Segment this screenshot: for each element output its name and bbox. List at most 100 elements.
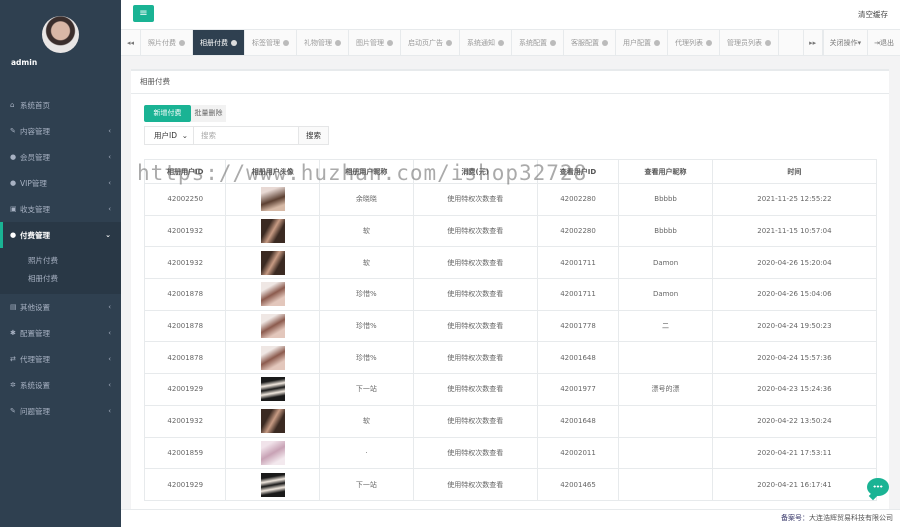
close-icon[interactable] (706, 39, 712, 46)
tab[interactable]: 相册付费 (193, 30, 245, 55)
sidebar-item[interactable]: ▤ 其他设置 ‹ (0, 294, 121, 320)
cell-uid: 42001932 (143, 404, 227, 438)
sidebar-subitem[interactable]: 照片付费 (0, 252, 121, 270)
close-icon[interactable] (283, 39, 289, 46)
user-photo[interactable] (260, 440, 285, 465)
profile-name[interactable]: admin (0, 58, 121, 67)
sidebar-item-label: VIP管理 (20, 178, 47, 188)
sidebar-menu: ⌂ 系统首页 ✎ 内容管理 ‹ ● 会员管理 ‹ ● VIP管理 ‹ ▣ 收支管理 ‹ ● 付费管理 ⌄ 照片付费… (0, 92, 121, 424)
cell-vid: 42001977 (536, 373, 620, 406)
tabs-prev-button[interactable]: ◂◂ (121, 30, 141, 55)
close-icon[interactable] (387, 39, 393, 46)
cell-uid: 42002250 (143, 183, 227, 216)
footer: 备案号：大连浩辉贸易科技有限公司 (121, 509, 900, 527)
close-icon[interactable] (446, 39, 452, 46)
tab[interactable]: 管理员列表 (720, 30, 779, 55)
tab[interactable]: 礼物管理 (297, 30, 349, 55)
logout-button[interactable]: ⇥退出 (867, 30, 900, 55)
sidebar-item[interactable]: ⇄ 代理管理 ‹ (0, 346, 121, 372)
sidebar-subitem[interactable]: 相册付费 (0, 270, 121, 288)
cell-uid: 42001878 (143, 341, 227, 375)
sidebar-item[interactable]: ✎ 问题管理 ‹ (0, 398, 121, 424)
clear-cache-button[interactable]: 清空缓存 (858, 9, 888, 20)
tabs-list: 照片付费 相册付费 标签管理 礼物管理 图片管理 启动页广告 系统通知 系统配置 客服配置 用户配… (141, 30, 803, 55)
sidebar-item[interactable]: ▣ 收支管理 ‹ (0, 196, 121, 222)
sidebar-item[interactable]: ● 会员管理 ‹ (0, 144, 121, 170)
cell-vnick: 二 (618, 309, 713, 343)
close-operations-dropdown[interactable]: 关闭操作▾ (822, 30, 868, 55)
cell-thumb (225, 183, 321, 216)
sidebar-item[interactable]: ✱ 配置管理 ‹ (0, 320, 121, 346)
cell-time: 2020-04-26 15:04:06 (711, 278, 878, 311)
sidebar-item[interactable]: ● 付费管理 ⌄ (0, 222, 121, 248)
cell-uid: 42001929 (143, 373, 227, 406)
chevron-icon: ‹ (108, 407, 111, 415)
payment-table: 相册用户ID 相册用户头像 相册用户昵称 消费(元) 查看用户ID 查看用户昵称 时间 42… (143, 159, 878, 501)
sidebar-item-label: 代理管理 (20, 354, 50, 364)
tab[interactable]: 用户配置 (616, 30, 668, 55)
cell-vid: 42001778 (536, 309, 620, 343)
tab[interactable]: 客服配置 (564, 30, 616, 55)
user-photo[interactable] (260, 409, 285, 434)
cell-vid: 42002280 (536, 214, 620, 248)
user-photo[interactable] (260, 250, 285, 275)
cell-cost: 使用特权次数查看 (412, 214, 538, 248)
cell-thumb (225, 404, 321, 438)
user-photo[interactable] (260, 472, 285, 497)
close-icon[interactable] (765, 39, 771, 46)
panel-title: 相册付费 (131, 71, 889, 94)
close-icon[interactable] (335, 39, 341, 46)
tab[interactable]: 照片付费 (141, 30, 193, 55)
close-icon[interactable] (654, 39, 660, 46)
chat-bubble-icon[interactable] (867, 478, 889, 496)
chevron-icon: ‹ (108, 179, 111, 187)
close-icon[interactable] (179, 39, 185, 46)
search-field-select[interactable]: 用户ID ⌄ (144, 126, 194, 145)
user-photo[interactable] (260, 282, 285, 307)
tab[interactable]: 系统配置 (512, 30, 564, 55)
double-chevron-right-icon: ▸▸ (809, 38, 817, 47)
sidebar-item[interactable]: ✲ 系统设置 ‹ (0, 372, 121, 398)
add-button[interactable]: 新增付费 (144, 105, 191, 122)
search-field-value: 用户ID (154, 131, 177, 140)
cell-nick: 余晓晓 (319, 183, 414, 216)
user-photo[interactable] (260, 377, 285, 402)
tabs-next-button[interactable]: ▸▸ (802, 30, 823, 55)
table-body: 42002250 余晓晓 使用特权次数查看 42002280 Bbbbb 2021-11-… (143, 183, 878, 501)
sidebar-item[interactable]: ⌂ 系统首页 (0, 92, 121, 118)
tab[interactable]: 启动页广告 (401, 30, 460, 55)
sidebar-item[interactable]: ● VIP管理 ‹ (0, 170, 121, 196)
sidebar-item[interactable]: ✎ 内容管理 ‹ (0, 118, 121, 144)
user-photo[interactable] (260, 314, 285, 339)
cell-cost: 使用特权次数查看 (412, 373, 538, 406)
search-input[interactable]: 搜索 (194, 126, 299, 145)
column-header: 查看用户昵称 (618, 159, 713, 184)
close-icon[interactable] (602, 39, 608, 46)
menu-toggle-button[interactable]: ≡ (133, 5, 154, 22)
search-button[interactable]: 搜索 (299, 126, 329, 145)
tab[interactable]: 标签管理 (245, 30, 297, 55)
cell-thumb (225, 436, 321, 470)
chevron-icon: ⌄ (105, 231, 111, 239)
cell-cost: 使用特权次数查看 (412, 278, 538, 311)
watermark: https://www.huzhan.com/ishop32728 (137, 161, 588, 185)
tab[interactable]: 代理列表 (668, 30, 720, 55)
cell-time: 2020-04-21 16:17:41 (711, 468, 878, 501)
tab[interactable]: 图片管理 (349, 30, 401, 55)
close-icon[interactable] (231, 39, 237, 46)
chat-dots (873, 485, 883, 488)
tab-label: 启动页广告 (408, 38, 443, 47)
avatar[interactable] (42, 16, 79, 53)
user-photo[interactable] (260, 345, 285, 370)
cell-vid: 42001711 (536, 278, 620, 311)
close-icon[interactable] (550, 39, 556, 46)
cell-time: 2020-04-21 17:53:11 (711, 436, 878, 470)
table-row: 42001932 软使用特权次数查看 42001648 2020-04-22 13:5… (143, 404, 878, 438)
batch-delete-button[interactable]: 批量删除 (191, 105, 226, 122)
user-photo[interactable] (260, 219, 285, 244)
user-photo[interactable] (260, 187, 285, 212)
footer-label: 备案号： (781, 514, 809, 522)
tab[interactable]: 系统通知 (460, 30, 512, 55)
cell-uid: 42001878 (143, 278, 227, 311)
close-icon[interactable] (498, 39, 504, 46)
